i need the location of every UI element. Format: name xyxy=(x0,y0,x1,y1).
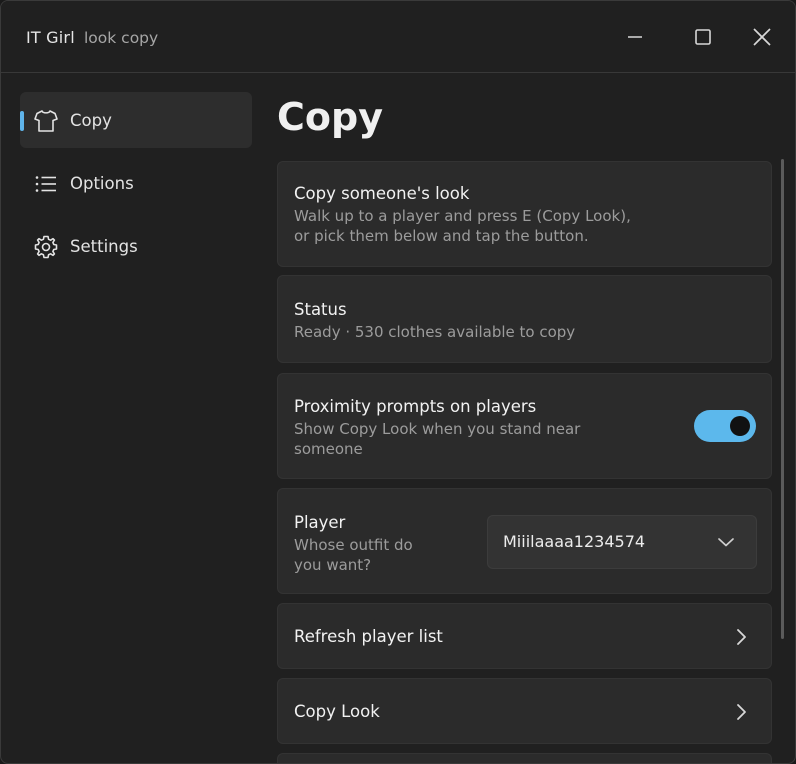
player-dropdown-value: Miiilaaaa1234574 xyxy=(503,532,646,551)
chevron-right-icon xyxy=(737,704,746,720)
sidebar-item-copy[interactable]: Copy xyxy=(20,92,252,148)
sidebar-item-options[interactable]: Options xyxy=(20,155,252,211)
close-button[interactable] xyxy=(742,19,782,55)
scrollbar[interactable] xyxy=(781,159,784,639)
card-description: you want? xyxy=(294,556,372,574)
title-bar[interactable]: IT Girl look copy xyxy=(1,1,795,73)
proximity-prompts-toggle[interactable] xyxy=(694,410,756,442)
window-title: IT Girl xyxy=(26,28,75,47)
card-title: Proximity prompts on players xyxy=(294,397,537,416)
proximity-prompts-card: Proximity prompts on players Show Copy L… xyxy=(277,373,772,479)
player-dropdown[interactable]: Miiilaaaa1234574 xyxy=(487,515,757,569)
toggle-knob xyxy=(730,416,750,436)
page-title: Copy xyxy=(277,95,383,139)
card-description: Whose outfit do xyxy=(294,536,413,554)
status-text: Ready · 530 clothes available to copy xyxy=(294,323,576,341)
refresh-player-list-button[interactable]: Refresh player list xyxy=(277,603,772,669)
shirt-icon xyxy=(33,108,59,134)
card-title: Copy someone's look xyxy=(294,184,470,203)
player-select-card: Player Whose outfit do you want? Miiilaa… xyxy=(277,488,772,594)
maximize-button[interactable] xyxy=(683,19,723,55)
card-title: Status xyxy=(294,300,347,319)
copy-look-button[interactable]: Copy Look xyxy=(277,678,772,744)
sidebar-item-label: Copy xyxy=(70,111,112,130)
chevron-right-icon xyxy=(737,629,746,645)
card-description: or pick them below and tap the button. xyxy=(294,227,589,245)
window-subtitle: look copy xyxy=(84,29,159,47)
sidebar: Copy Options Settings xyxy=(1,74,263,763)
sidebar-item-label: Options xyxy=(70,174,134,193)
app-window: IT Girl look copy Copy Options Settings … xyxy=(0,0,796,764)
active-indicator xyxy=(20,111,24,131)
copy-look-info-card: Copy someone's look Walk up to a player … xyxy=(277,161,772,267)
button-label: Copy Look xyxy=(294,702,380,721)
close-icon xyxy=(753,28,771,46)
maximize-icon xyxy=(695,29,711,45)
button-label: Refresh player list xyxy=(294,627,443,646)
sidebar-item-settings[interactable]: Settings xyxy=(20,218,252,274)
card-description: Walk up to a player and press E (Copy Lo… xyxy=(294,207,631,225)
next-card-partial xyxy=(277,753,772,763)
gear-icon xyxy=(33,234,59,260)
minimize-button[interactable] xyxy=(615,19,655,55)
card-description: Show Copy Look when you stand near xyxy=(294,420,581,438)
sidebar-item-label: Settings xyxy=(70,237,138,256)
card-title: Player xyxy=(294,513,346,532)
list-icon xyxy=(33,171,59,197)
status-card: Status Ready · 530 clothes available to … xyxy=(277,275,772,363)
card-description: someone xyxy=(294,440,363,458)
chevron-down-icon xyxy=(718,538,734,547)
minimize-icon xyxy=(628,36,642,38)
